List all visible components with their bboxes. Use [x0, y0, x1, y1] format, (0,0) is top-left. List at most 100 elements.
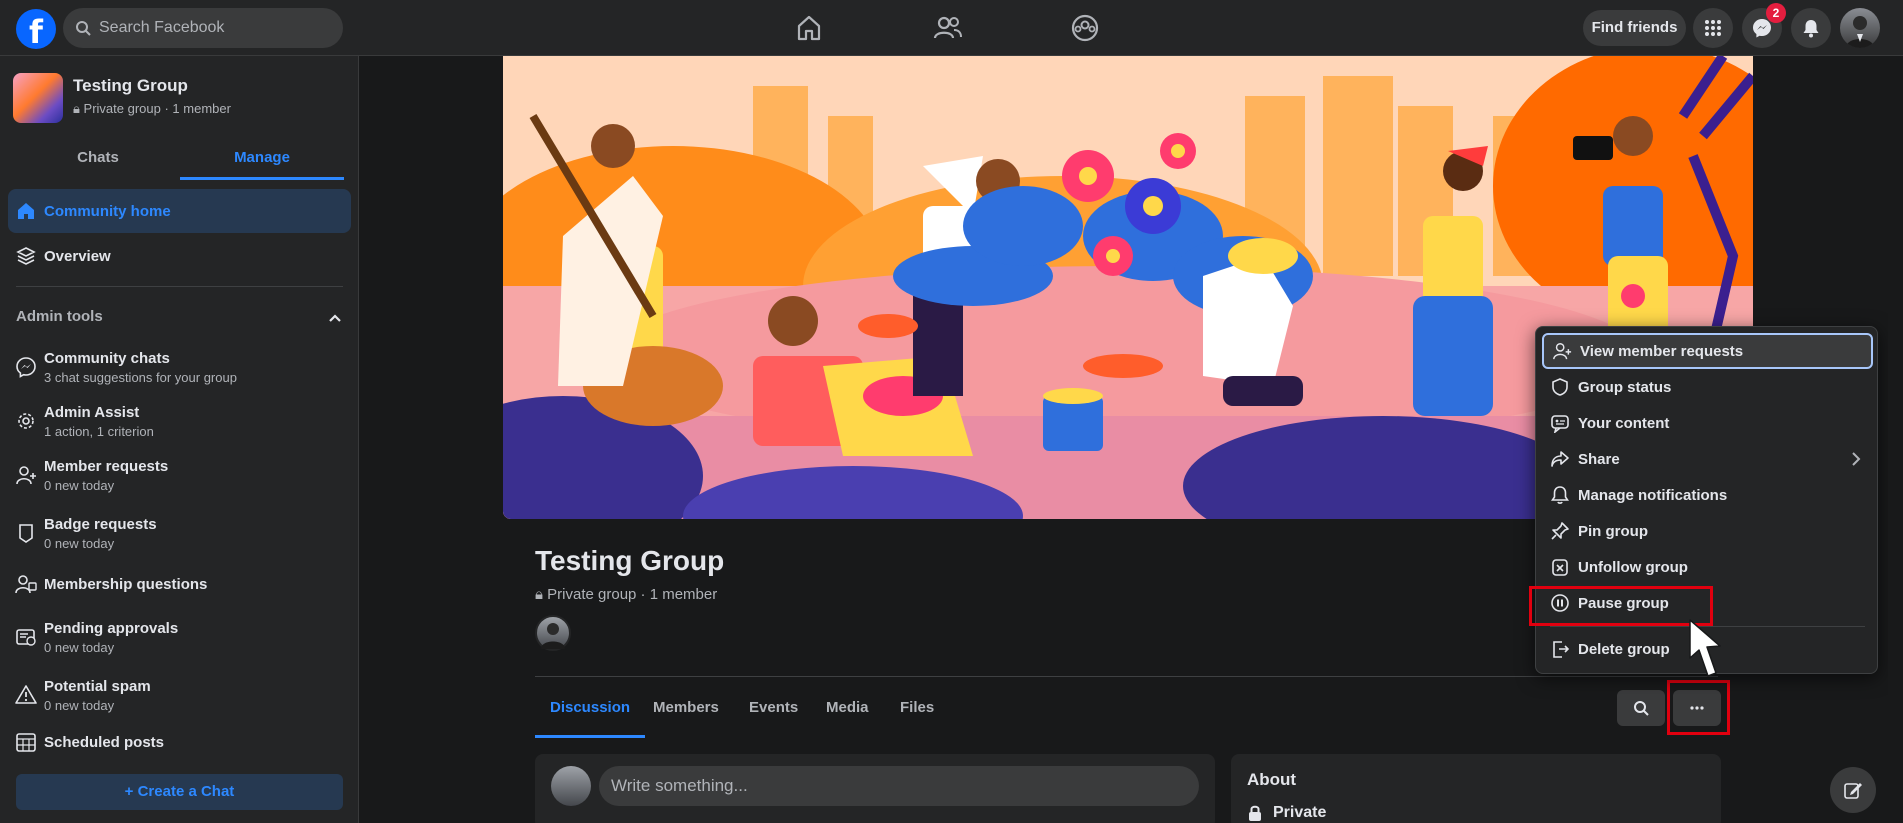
about-title: About [1247, 770, 1297, 789]
question-person-icon [8, 573, 44, 595]
admin-assist-sub: 1 action, 1 criterion [44, 423, 154, 439]
admin-tools-header[interactable]: Admin tools [16, 308, 343, 325]
menu-item-your-content[interactable]: Your content [1542, 405, 1873, 441]
menu-label: Group status [1578, 378, 1672, 396]
pending-approvals-label: Pending approvals [44, 619, 179, 637]
sidebar-item-potential-spam[interactable]: Potential spam 0 new today [8, 670, 351, 720]
sidebar-item-community-home[interactable]: Community home [8, 189, 351, 233]
menu-item-manage-notifications[interactable]: Manage notifications [1542, 477, 1873, 513]
sidebar-divider [16, 286, 343, 287]
menu-label: Unfollow group [1578, 558, 1688, 576]
tab-members[interactable]: Members [638, 686, 734, 738]
menu-item-unfollow-group[interactable]: Unfollow group [1542, 549, 1873, 585]
lock-icon [1249, 805, 1261, 821]
community-home-label: Community home [44, 202, 171, 220]
group-meta-text: Private group · 1 member [83, 101, 231, 116]
create-chat-button[interactable]: + Create a Chat [16, 774, 343, 810]
highlight-box-more [1667, 680, 1730, 735]
menu-item-pin-group[interactable]: Pin group [1542, 513, 1873, 549]
post-composer: Write something... [535, 754, 1215, 823]
about-card: About Private [1231, 754, 1721, 823]
group-thumbnail[interactable] [13, 73, 63, 123]
membership-questions-label: Membership questions [44, 575, 208, 593]
sidebar-item-scheduled-posts[interactable]: Scheduled posts [8, 722, 351, 762]
warning-icon [8, 684, 44, 706]
tab-media[interactable]: Media [811, 686, 884, 738]
person-icon [541, 623, 565, 649]
badge-requests-label: Badge requests [44, 515, 157, 533]
write-something-input[interactable]: Write something... [599, 766, 1199, 806]
shield-icon [1542, 377, 1578, 397]
composer-avatar[interactable] [551, 766, 591, 806]
add-person-icon [1544, 341, 1580, 361]
gear-icon [8, 410, 44, 432]
sidebar-group-meta: 🔒︎ Private group · 1 member [73, 101, 231, 117]
page-title[interactable]: Testing Group [535, 545, 724, 577]
sidebar-item-overview[interactable]: Overview [8, 234, 351, 278]
grid-icon [1705, 20, 1721, 36]
share-icon [1542, 449, 1578, 469]
calendar-icon [8, 731, 44, 753]
menu-item-group-status[interactable]: Group status [1542, 369, 1873, 405]
about-privacy: Private [1273, 804, 1327, 821]
lock-icon: 🔒︎ [73, 101, 80, 116]
tab-files[interactable]: Files [885, 686, 949, 738]
menu-item-view-member-requests[interactable]: View member requests [1542, 333, 1873, 369]
admin-assist-label: Admin Assist [44, 403, 140, 421]
page-scrollbar[interactable] [1888, 56, 1903, 823]
sidebar-item-pending-approvals[interactable]: Pending approvals 0 new today [8, 612, 351, 662]
menu-label: Delete group [1578, 640, 1670, 658]
pending-icon [8, 626, 44, 648]
search-box[interactable] [63, 8, 343, 48]
chevron-up-icon[interactable] [327, 310, 343, 326]
profile-avatar[interactable] [1840, 8, 1880, 48]
sidebar-group-name[interactable]: Testing Group [73, 76, 188, 96]
group-privacy-meta: 🔒︎ Private group · 1 member [535, 586, 717, 603]
person-icon [1846, 16, 1874, 48]
tab-chats[interactable]: Chats [16, 136, 180, 180]
menu-label: Your content [1578, 414, 1670, 432]
community-chats-label: Community chats [44, 349, 170, 367]
sidebar-item-community-chats[interactable]: Community chats 3 chat suggestions for yo… [8, 342, 351, 392]
member-avatar[interactable] [535, 615, 571, 651]
search-input[interactable] [99, 19, 319, 37]
admin-tools-label: Admin tools [16, 308, 103, 325]
messenger-icon [8, 356, 44, 378]
potential-spam-sub: 0 new today [44, 697, 115, 713]
scheduled-posts-label: Scheduled posts [44, 733, 165, 751]
member-requests-sub: 0 new today [44, 477, 115, 493]
tab-events[interactable]: Events [734, 686, 813, 738]
home-icon [8, 201, 44, 221]
find-friends-button[interactable]: Find friends [1583, 10, 1686, 46]
groups-icon[interactable] [1069, 12, 1101, 44]
sidebar-item-membership-questions[interactable]: Membership questions [8, 562, 351, 606]
sidebar-item-badge-requests[interactable]: Badge requests 0 new today [8, 508, 351, 558]
bell-icon [1803, 20, 1819, 38]
messenger-badge: 2 [1766, 3, 1786, 23]
sidebar-item-admin-assist[interactable]: Admin Assist 1 action, 1 criterion [8, 396, 351, 446]
menu-label: Pin group [1578, 522, 1648, 540]
tab-manage[interactable]: Manage [180, 136, 344, 180]
new-message-button[interactable] [1830, 767, 1876, 813]
lock-icon: 🔒︎ [535, 586, 543, 603]
search-group-button[interactable] [1617, 690, 1665, 726]
tab-discussion[interactable]: Discussion [535, 686, 646, 738]
exit-door-icon [1542, 639, 1578, 659]
friends-icon[interactable] [932, 12, 964, 44]
header-divider [535, 676, 1718, 677]
notifications-button[interactable] [1791, 8, 1831, 48]
member-requests-label: Member requests [44, 457, 169, 475]
home-icon[interactable] [793, 12, 825, 44]
facebook-logo[interactable]: f [16, 9, 56, 49]
menu-item-share[interactable]: Share [1542, 441, 1873, 477]
search-icon [1634, 701, 1649, 716]
group-privacy-text: Private group · 1 member [547, 586, 718, 603]
menu-grid-button[interactable] [1693, 8, 1733, 48]
community-chats-sub: 3 chat suggestions for your group [44, 369, 237, 385]
sidebar-item-member-requests[interactable]: Member requests 0 new today [8, 450, 351, 500]
add-person-icon [8, 464, 44, 486]
menu-label: View member requests [1580, 342, 1744, 360]
pending-approvals-sub: 0 new today [44, 639, 115, 655]
chevron-right-icon [1852, 452, 1861, 466]
bell-icon [1542, 485, 1578, 505]
